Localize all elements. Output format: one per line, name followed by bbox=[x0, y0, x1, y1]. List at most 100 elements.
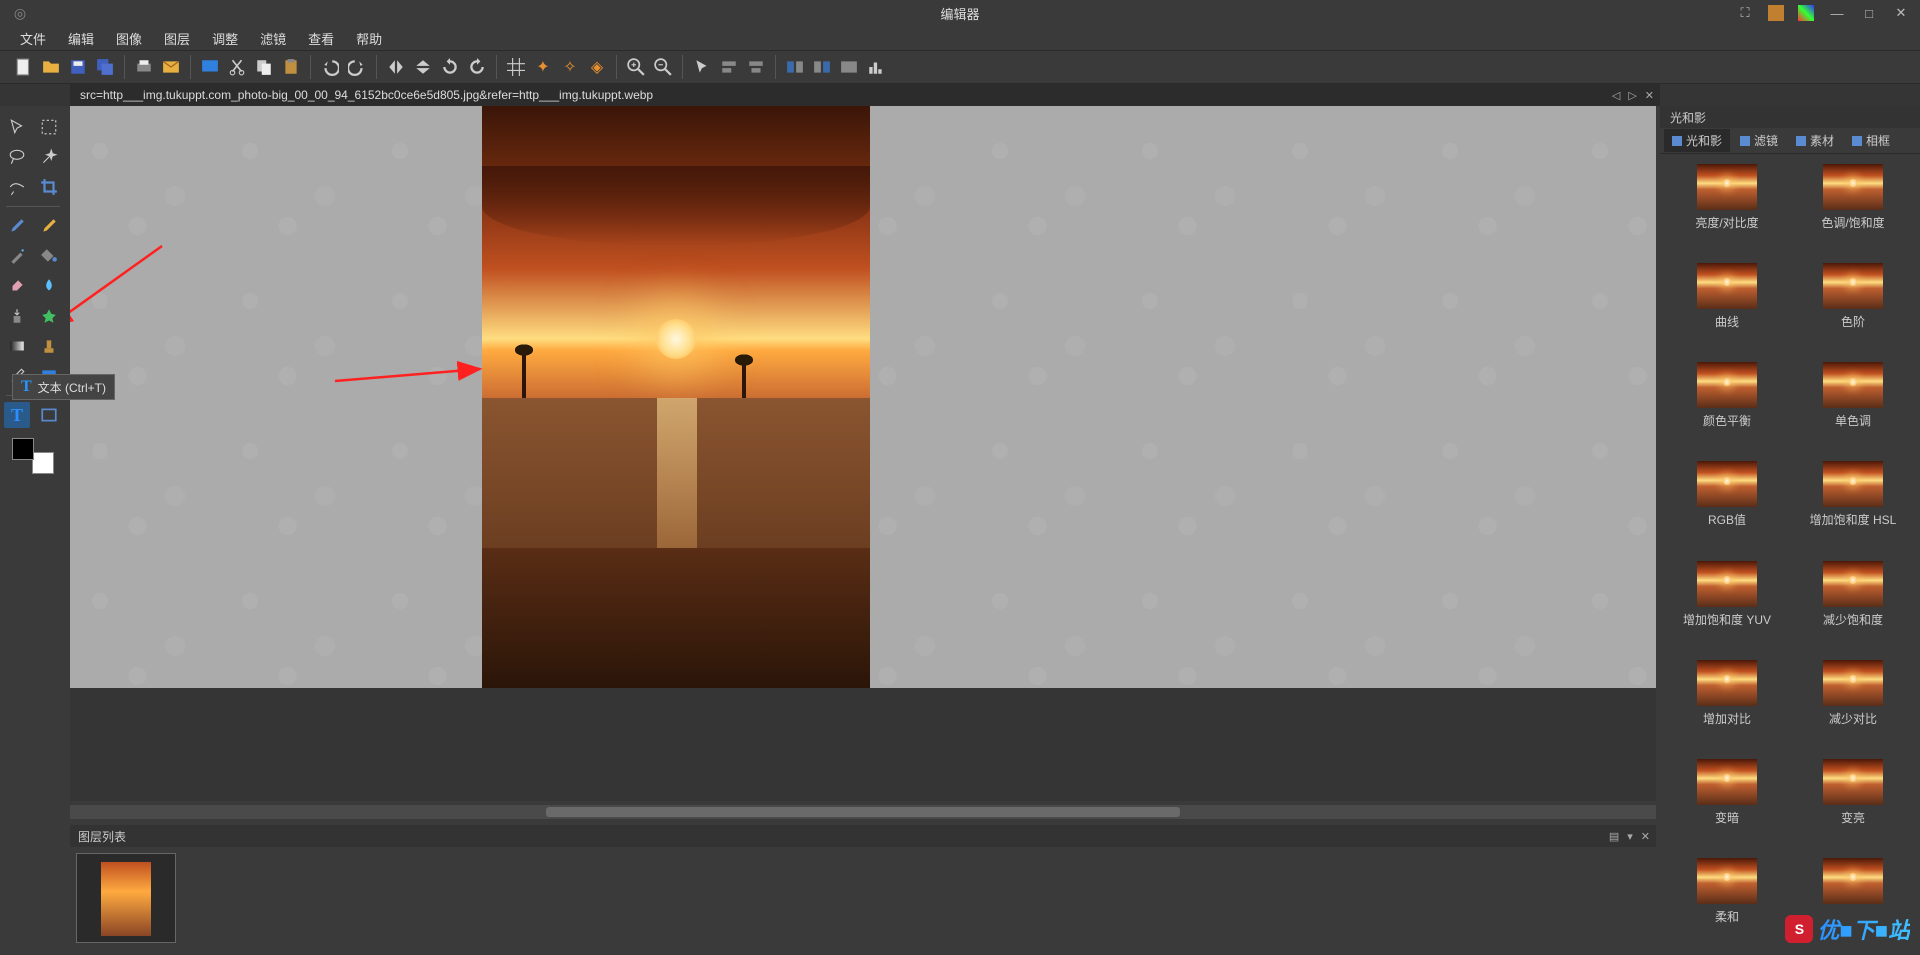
fx-inc-sat-hsl[interactable]: 增加饱和度 HSL bbox=[1794, 461, 1912, 548]
zoom-in-icon[interactable] bbox=[624, 55, 648, 79]
layout-3-icon[interactable] bbox=[837, 55, 861, 79]
flip-v-icon[interactable] bbox=[411, 55, 435, 79]
print-icon[interactable] bbox=[132, 55, 156, 79]
paste-icon[interactable] bbox=[279, 55, 303, 79]
move-tool[interactable] bbox=[4, 114, 30, 140]
window-title: 编辑器 bbox=[940, 4, 979, 23]
menu-file[interactable]: 文件 bbox=[10, 27, 56, 50]
menu-layer[interactable]: 图层 bbox=[154, 27, 200, 50]
canvas-area[interactable] bbox=[70, 106, 1656, 801]
horizontal-scrollbar[interactable] bbox=[70, 805, 1656, 819]
menu-help[interactable]: 帮助 bbox=[346, 27, 392, 50]
align-center-icon[interactable] bbox=[744, 55, 768, 79]
mail-icon[interactable] bbox=[159, 55, 183, 79]
tab-material[interactable]: 素材 bbox=[1788, 129, 1842, 152]
fx-rgb[interactable]: RGB值 bbox=[1668, 461, 1786, 548]
fullscreen-icon[interactable]: ⛶ bbox=[1736, 4, 1754, 22]
app-icon-1[interactable] bbox=[1768, 5, 1784, 21]
fx-color-balance[interactable]: 颜色平衡 bbox=[1668, 362, 1786, 449]
menu-view[interactable]: 查看 bbox=[298, 27, 344, 50]
brush-tool[interactable] bbox=[4, 213, 30, 239]
copy-icon[interactable] bbox=[252, 55, 276, 79]
close-icon[interactable]: ✕ bbox=[1892, 4, 1910, 22]
minimize-icon[interactable]: — bbox=[1828, 4, 1846, 22]
pencil-tool[interactable] bbox=[36, 213, 62, 239]
text-tool[interactable]: T bbox=[4, 402, 30, 428]
display-icon[interactable] bbox=[198, 55, 222, 79]
quick-select-tool[interactable] bbox=[4, 174, 30, 200]
clone-tool[interactable] bbox=[4, 303, 30, 329]
cut-icon[interactable] bbox=[225, 55, 249, 79]
layers-menu-icon[interactable]: ▤ bbox=[1609, 830, 1619, 843]
fx-hue-saturation[interactable]: 色调/饱和度 bbox=[1794, 164, 1912, 251]
align-left-icon[interactable] bbox=[717, 55, 741, 79]
document-tab-row: src=http___img.tukuppt.com_photo-big_00_… bbox=[0, 84, 1920, 106]
layers-collapse-icon[interactable]: ▾ bbox=[1627, 830, 1633, 843]
save-icon[interactable] bbox=[66, 55, 90, 79]
fit-icon[interactable]: ◈ bbox=[585, 55, 609, 79]
lasso-tool[interactable] bbox=[4, 144, 30, 170]
layer-thumb[interactable] bbox=[76, 853, 176, 943]
color-swatch[interactable] bbox=[12, 438, 54, 474]
shape-tool[interactable] bbox=[36, 402, 62, 428]
menu-adjust[interactable]: 调整 bbox=[202, 27, 248, 50]
layout-1-icon[interactable] bbox=[783, 55, 807, 79]
fx-darken[interactable]: 变暗 bbox=[1668, 759, 1786, 846]
resize-icon[interactable]: ✦ bbox=[531, 55, 555, 79]
tab-prev-icon[interactable]: ◁ bbox=[1612, 89, 1620, 102]
menu-image[interactable]: 图像 bbox=[106, 27, 152, 50]
layers-body bbox=[70, 847, 1656, 955]
fg-color-swatch[interactable] bbox=[12, 438, 34, 460]
stamp-tool[interactable] bbox=[36, 333, 62, 359]
airbrush-tool[interactable] bbox=[4, 243, 30, 269]
eraser-tool[interactable] bbox=[4, 273, 30, 299]
tab-close-icon[interactable]: ✕ bbox=[1645, 89, 1654, 102]
open-icon[interactable] bbox=[39, 55, 63, 79]
canvas-size-icon[interactable]: ✧ bbox=[558, 55, 582, 79]
menu-edit[interactable]: 编辑 bbox=[58, 27, 104, 50]
bg-color-swatch[interactable] bbox=[32, 452, 54, 474]
new-icon[interactable] bbox=[12, 55, 36, 79]
zoom-out-icon[interactable] bbox=[651, 55, 675, 79]
save-as-icon[interactable] bbox=[93, 55, 117, 79]
marquee-tool[interactable] bbox=[36, 114, 62, 140]
crop-tool[interactable] bbox=[36, 174, 62, 200]
heal-tool[interactable] bbox=[36, 303, 62, 329]
gradient-tool[interactable] bbox=[4, 333, 30, 359]
blur-tool[interactable] bbox=[36, 273, 62, 299]
document-tab[interactable]: src=http___img.tukuppt.com_photo-big_00_… bbox=[70, 84, 1660, 106]
rotate-left-icon[interactable] bbox=[438, 55, 462, 79]
tab-frame[interactable]: 相框 bbox=[1844, 129, 1898, 152]
edited-image[interactable] bbox=[482, 106, 870, 688]
fx-curves[interactable]: 曲线 bbox=[1668, 263, 1786, 350]
layers-title: 图层列表 bbox=[78, 828, 126, 845]
fx-monochrome[interactable]: 单色调 bbox=[1794, 362, 1912, 449]
tab-next-icon[interactable]: ▷ bbox=[1628, 89, 1636, 102]
layers-close-icon[interactable]: ✕ bbox=[1641, 830, 1650, 843]
fx-inc-sat-yuv[interactable]: 增加饱和度 YUV bbox=[1668, 561, 1786, 648]
fx-dec-contrast[interactable]: 减少对比 bbox=[1794, 660, 1912, 747]
menu-filter[interactable]: 滤镜 bbox=[250, 27, 296, 50]
maximize-icon[interactable]: □ bbox=[1860, 4, 1878, 22]
histogram-icon[interactable] bbox=[864, 55, 888, 79]
tab-light-shadow[interactable]: 光和影 bbox=[1664, 129, 1730, 152]
fx-lighten[interactable]: 变亮 bbox=[1794, 759, 1912, 846]
flip-h-icon[interactable] bbox=[384, 55, 408, 79]
redo-icon[interactable] bbox=[345, 55, 369, 79]
grid-icon[interactable] bbox=[504, 55, 528, 79]
fx-brightness-contrast[interactable]: 亮度/对比度 bbox=[1668, 164, 1786, 251]
watermark-badge: S bbox=[1785, 915, 1813, 943]
wand-tool[interactable] bbox=[36, 144, 62, 170]
bucket-tool[interactable] bbox=[36, 243, 62, 269]
app-icon-2[interactable] bbox=[1798, 5, 1814, 21]
undo-icon[interactable] bbox=[318, 55, 342, 79]
tab-filter[interactable]: 滤镜 bbox=[1732, 129, 1786, 152]
pointer-icon[interactable] bbox=[690, 55, 714, 79]
fx-levels[interactable]: 色阶 bbox=[1794, 263, 1912, 350]
fx-dec-sat[interactable]: 减少饱和度 bbox=[1794, 561, 1912, 648]
rotate-right-icon[interactable] bbox=[465, 55, 489, 79]
layout-2-icon[interactable] bbox=[810, 55, 834, 79]
fx-inc-contrast[interactable]: 增加对比 bbox=[1668, 660, 1786, 747]
titlebar-right: ⛶ — □ ✕ bbox=[1736, 4, 1920, 22]
fx-soft[interactable]: 柔和 bbox=[1668, 858, 1786, 945]
